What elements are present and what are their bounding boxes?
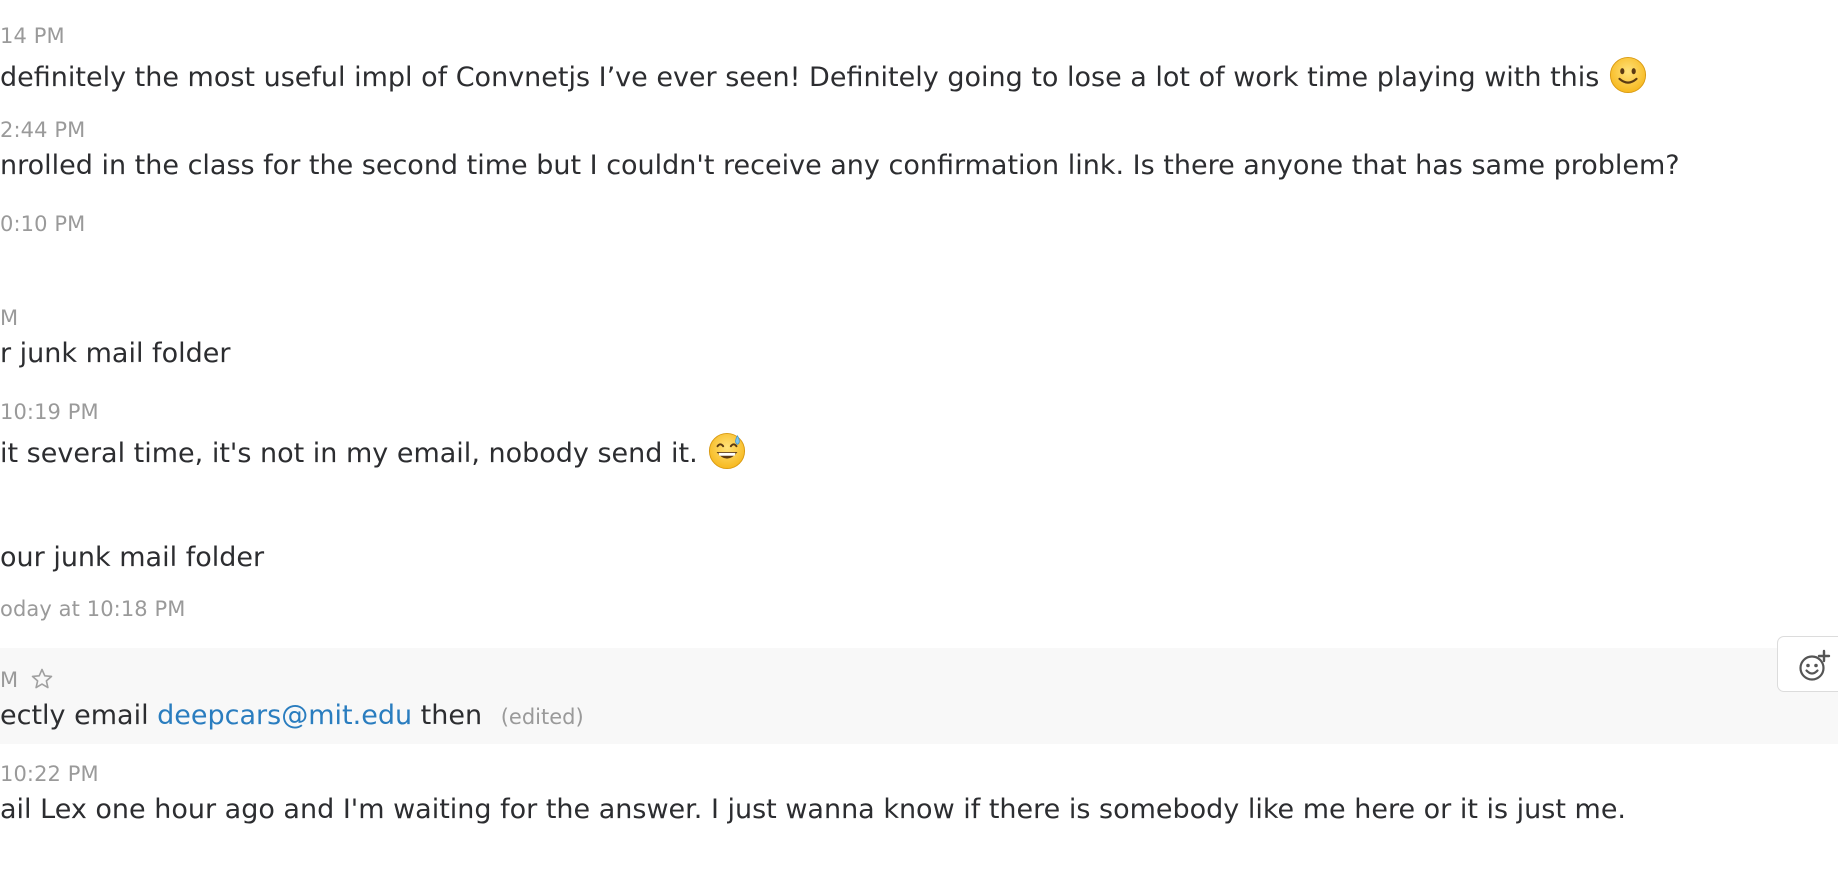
message-timestamp[interactable]: oday at 10:18 PM xyxy=(0,597,186,621)
message-body: ectly email deepcars@mit.edu then (edite… xyxy=(0,700,584,731)
message-timestamp[interactable]: 2:44 PM xyxy=(0,118,85,142)
message-timestamp[interactable]: M xyxy=(0,306,18,330)
message-list: 14 PM definitely the most useful impl of… xyxy=(0,0,1838,896)
message-timestamp[interactable]: 14 PM xyxy=(0,24,65,48)
grinning-sweat-face-icon xyxy=(708,432,745,470)
message-body: it several time, it's not in my email, n… xyxy=(0,432,746,470)
message-text: it several time, it's not in my email, n… xyxy=(0,438,698,469)
message-body: definitely the most useful impl of Convn… xyxy=(0,56,1647,94)
add-reaction-icon xyxy=(1799,649,1831,681)
message-text: definitely the most useful impl of Convn… xyxy=(0,62,1600,93)
email-link[interactable]: deepcars@mit.edu xyxy=(157,700,412,731)
edited-label: (edited) xyxy=(500,705,584,729)
message-text: our junk mail folder xyxy=(0,542,265,573)
message-text: ectly email xyxy=(0,700,149,731)
message-timestamp[interactable]: 0:10 PM xyxy=(0,212,85,236)
message-timestamp[interactable]: 10:22 PM xyxy=(0,762,99,786)
message-text: r junk mail folder xyxy=(0,338,231,369)
add-reaction-button[interactable] xyxy=(1777,636,1838,692)
message-timestamp[interactable]: M xyxy=(0,668,18,692)
message-text: then xyxy=(420,700,483,731)
message-timestamp[interactable]: 10:19 PM xyxy=(0,400,99,424)
slightly-smiling-face-icon xyxy=(1610,56,1647,94)
star-icon[interactable] xyxy=(30,667,54,691)
message-text: nrolled in the class for the second time… xyxy=(0,150,1680,181)
message-text: ail Lex one hour ago and I'm waiting for… xyxy=(0,794,1627,825)
